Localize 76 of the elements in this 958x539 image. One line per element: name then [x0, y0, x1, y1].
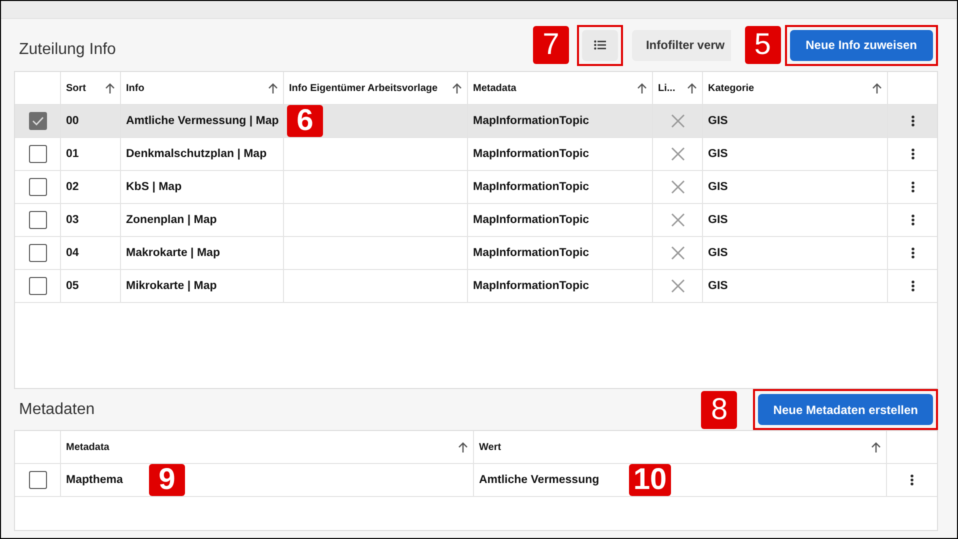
table-row[interactable]: 03 Zonenplan | Map MapInformationTopic GIS [15, 204, 937, 237]
section-title: Metadaten [18, 400, 95, 418]
assign-button[interactable]: Neue Info zuweisen [790, 30, 933, 60]
table-cell: Amtliche Vermessung [479, 474, 600, 486]
column-header[interactable]: Metadata [473, 82, 516, 94]
section-title: Zuteilung Info [18, 40, 116, 59]
filter-button[interactable]: Infofilter verw [632, 30, 731, 60]
sort-icon[interactable] [871, 442, 881, 452]
column-header[interactable]: Info [126, 82, 144, 94]
more-icon[interactable] [910, 115, 914, 127]
table-row[interactable]: 05 Mikrokarte | Map MapInformationTopic GIS [15, 270, 937, 303]
table-cell: GIS [708, 148, 728, 160]
list-icon [594, 40, 606, 50]
callout-badge: 9 [149, 464, 185, 496]
table-row[interactable]: 02 KbS | Map MapInformationTopic GIS [15, 171, 937, 204]
table-cell: MapInformationTopic [473, 214, 590, 226]
more-icon[interactable] [910, 214, 914, 226]
more-icon[interactable] [910, 247, 914, 259]
sort-icon[interactable] [452, 82, 462, 94]
checkbox[interactable] [28, 211, 46, 229]
table-cell: Mapthema [66, 474, 123, 486]
checkbox[interactable] [28, 471, 46, 489]
table-cell: GIS [708, 181, 728, 193]
table-cell: Mikrokarte | Map [126, 280, 217, 292]
table-cell: MapInformationTopic [473, 181, 590, 193]
table-cell: GIS [708, 214, 728, 226]
table-row[interactable]: 01 Denkmalschutzplan | Map MapInformationTopic GIS [15, 138, 937, 171]
table-cell: Amtliche Vermessung | Map [126, 115, 279, 127]
callout-badge: 6 [287, 105, 323, 137]
column-header[interactable]: Sort [66, 82, 86, 94]
table-cell: MapInformationTopic [473, 280, 590, 292]
table-cell: 02 [66, 181, 79, 193]
table-row[interactable]: Mapthema 9 Amtliche Vermessung 10 [15, 464, 937, 497]
sort-icon[interactable] [105, 82, 115, 94]
table-cell: MapInformationTopic [473, 115, 590, 127]
table-cell: GIS [708, 247, 728, 259]
callout-badge: 10 [629, 464, 671, 496]
table-cell: MapInformationTopic [473, 247, 590, 259]
callout-badge: 8 [701, 390, 738, 428]
sort-icon[interactable] [268, 82, 278, 94]
column-header[interactable]: Metadata [66, 442, 110, 452]
more-icon[interactable] [910, 474, 914, 486]
table-cell: GIS [708, 115, 728, 127]
table-cell: Makrokarte | Map [126, 247, 220, 259]
table-cell: Zonenplan | Map [126, 214, 217, 226]
checkmark-icon [32, 116, 44, 126]
column-header[interactable]: Li... [658, 82, 676, 94]
sort-icon[interactable] [687, 82, 697, 94]
table-cell: 01 [66, 148, 79, 160]
callout-badge: 5 [744, 26, 781, 64]
table-cell: 03 [66, 214, 79, 226]
table-cell: MapInformationTopic [473, 148, 590, 160]
column-header[interactable]: Info Eigentümer Arbeitsvorlage [289, 82, 438, 94]
table-cell: Denkmalschutzplan | Map [126, 148, 267, 160]
table-cell: KbS | Map [126, 181, 182, 193]
more-icon[interactable] [910, 181, 914, 193]
column-header[interactable]: Wert [479, 442, 502, 452]
checkbox[interactable] [28, 277, 46, 295]
sort-icon[interactable] [872, 82, 882, 94]
column-header[interactable]: Kategorie [708, 82, 754, 94]
create-metadata-button[interactable]: Neue Metadaten erstellen [758, 394, 933, 425]
table-cell: 05 [66, 280, 79, 292]
checkbox[interactable] [28, 145, 46, 163]
table-row[interactable]: 04 Makrokarte | Map MapInformationTopic GIS [15, 237, 937, 270]
sort-icon[interactable] [637, 82, 647, 94]
table-row[interactable]: 00 Amtliche Vermessung | Map 6 MapInformationTopic GIS [15, 105, 937, 138]
checkbox[interactable] [28, 112, 46, 130]
checkbox[interactable] [28, 178, 46, 196]
table-cell: GIS [708, 280, 728, 292]
callout-badge: 7 [532, 26, 569, 64]
sort-icon[interactable] [458, 442, 468, 452]
checkbox[interactable] [28, 244, 46, 262]
more-icon[interactable] [910, 280, 914, 292]
table-cell: 00 [66, 115, 79, 127]
more-icon[interactable] [910, 148, 914, 160]
table-cell: 04 [66, 247, 79, 259]
